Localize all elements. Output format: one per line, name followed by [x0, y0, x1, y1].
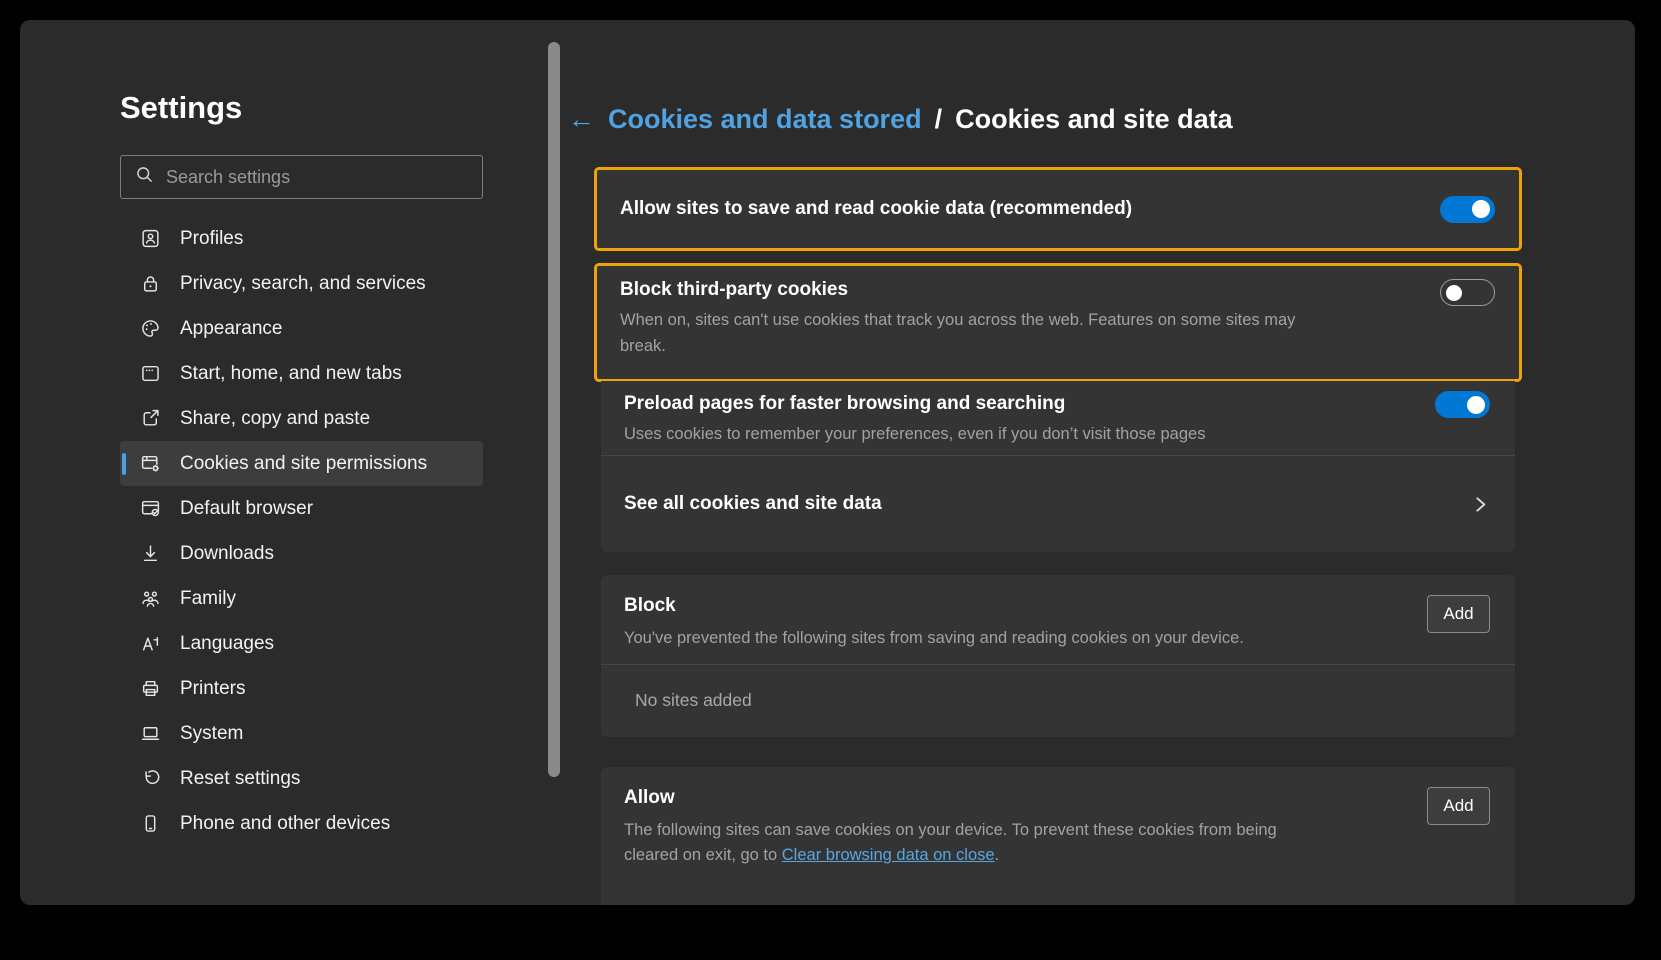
breadcrumb-separator: / — [935, 104, 943, 135]
allow-section-description: The following sites can save cookies on … — [624, 818, 1309, 868]
sidebar-item-label: Profiles — [180, 228, 243, 250]
sidebar-item-label: Phone and other devices — [180, 813, 390, 835]
back-arrow-icon[interactable]: ← — [568, 104, 595, 135]
sidebar-item-label: Privacy, search, and services — [180, 273, 426, 295]
system-laptop-icon — [140, 723, 161, 744]
sidebar-item-system[interactable]: System — [120, 711, 483, 756]
sidebar-item-languages[interactable]: Languages — [120, 621, 483, 666]
settings-content-pane: ← Cookies and data stored / Cookies and … — [562, 20, 1635, 905]
sidebar-item-label: Start, home, and new tabs — [180, 363, 402, 385]
block-add-button[interactable]: Add — [1427, 595, 1490, 633]
sidebar-item-label: Languages — [180, 633, 274, 655]
block-empty-state: No sites added — [601, 665, 1515, 737]
sidebar-item-label: Share, copy and paste — [180, 408, 370, 430]
reset-icon — [140, 768, 161, 789]
settings-search-box[interactable] — [120, 155, 483, 199]
sidebar-item-phone-other-devices[interactable]: Phone and other devices — [120, 801, 483, 846]
default-browser-icon — [140, 498, 161, 519]
setting-row-preload-pages: Preload pages for faster browsing and se… — [601, 381, 1515, 455]
languages-icon — [140, 633, 161, 654]
see-all-cookies-label: See all cookies and site data — [624, 493, 882, 515]
sidebar-item-profiles[interactable]: Profiles — [120, 216, 483, 261]
edge-settings-window: Settings Profiles Privacy, search, and s… — [20, 20, 1635, 905]
chevron-right-icon — [1472, 496, 1489, 513]
block-section-description: You've prevented the following sites fro… — [624, 626, 1405, 651]
printer-icon — [140, 678, 161, 699]
block-section-title: Block — [624, 595, 1405, 617]
sidebar-item-default-browser[interactable]: Default browser — [120, 486, 483, 531]
sidebar-item-label: Appearance — [180, 318, 282, 340]
sidebar-item-label: Reset settings — [180, 768, 300, 790]
setting-row-block-third-party: Block third-party cookies When on, sites… — [594, 263, 1522, 382]
setting-description: When on, sites can't use cookies that tr… — [620, 308, 1325, 359]
settings-nav: Profiles Privacy, search, and services A… — [120, 216, 483, 846]
cookies-permissions-icon — [140, 453, 161, 474]
settings-page-title: Settings — [120, 90, 242, 126]
breadcrumb-parent-link[interactable]: Cookies and data stored — [608, 104, 922, 135]
sidebar-item-share-copy-paste[interactable]: Share, copy and paste — [120, 396, 483, 441]
preload-pages-toggle[interactable] — [1435, 391, 1490, 418]
sidebar-item-appearance[interactable]: Appearance — [120, 306, 483, 351]
sidebar-item-printers[interactable]: Printers — [120, 666, 483, 711]
share-icon — [140, 408, 161, 429]
allow-description-suffix: . — [995, 846, 1000, 864]
allow-add-button[interactable]: Add — [1427, 787, 1490, 825]
allow-card-header: Allow The following sites can save cooki… — [601, 767, 1515, 881]
sidebar-item-label: Cookies and site permissions — [180, 453, 427, 475]
privacy-lock-icon — [140, 273, 161, 294]
sidebar-item-label: Default browser — [180, 498, 313, 520]
setting-description: Uses cookies to remember your preference… — [624, 422, 1515, 448]
setting-title: Preload pages for faster browsing and se… — [624, 393, 1515, 415]
family-icon — [140, 588, 161, 609]
start-home-tabs-icon — [140, 363, 161, 384]
allow-section-title: Allow — [624, 787, 1405, 809]
downloads-icon — [140, 543, 161, 564]
page-title: Cookies and site data — [955, 104, 1233, 135]
sidebar-item-privacy[interactable]: Privacy, search, and services — [120, 261, 483, 306]
profiles-icon — [140, 228, 161, 249]
allow-cookies-toggle[interactable] — [1440, 196, 1495, 223]
setting-title: Block third-party cookies — [620, 279, 1495, 301]
sidebar-item-label: Downloads — [180, 543, 274, 565]
sidebar-scrollbar[interactable] — [548, 42, 560, 777]
search-icon — [135, 165, 154, 189]
block-sites-card: Block You've prevented the following sit… — [601, 575, 1515, 737]
sidebar-item-label: System — [180, 723, 243, 745]
block-card-header: Block You've prevented the following sit… — [601, 575, 1515, 664]
sidebar-item-start-home-tabs[interactable]: Start, home, and new tabs — [120, 351, 483, 396]
sidebar-item-cookies-site-permissions[interactable]: Cookies and site permissions — [120, 441, 483, 486]
clear-browsing-data-link[interactable]: Clear browsing data on close — [782, 846, 995, 864]
allow-sites-card: Allow The following sites can save cooki… — [601, 767, 1515, 905]
sidebar-item-label: Family — [180, 588, 236, 610]
sidebar-item-downloads[interactable]: Downloads — [120, 531, 483, 576]
sidebar-item-family[interactable]: Family — [120, 576, 483, 621]
setting-title: Allow sites to save and read cookie data… — [597, 198, 1132, 220]
block-third-party-toggle[interactable] — [1440, 279, 1495, 306]
sidebar-item-label: Printers — [180, 678, 245, 700]
breadcrumb: ← Cookies and data stored / Cookies and … — [568, 104, 1233, 135]
settings-card: Preload pages for faster browsing and se… — [601, 381, 1515, 552]
phone-icon — [140, 813, 161, 834]
appearance-palette-icon — [140, 318, 161, 339]
setting-row-allow-cookies: Allow sites to save and read cookie data… — [594, 167, 1522, 251]
search-settings-input[interactable] — [166, 167, 468, 188]
settings-sidebar: Settings Profiles Privacy, search, and s… — [20, 20, 562, 905]
see-all-cookies-row[interactable]: See all cookies and site data — [601, 456, 1515, 552]
sidebar-item-reset-settings[interactable]: Reset settings — [120, 756, 483, 801]
